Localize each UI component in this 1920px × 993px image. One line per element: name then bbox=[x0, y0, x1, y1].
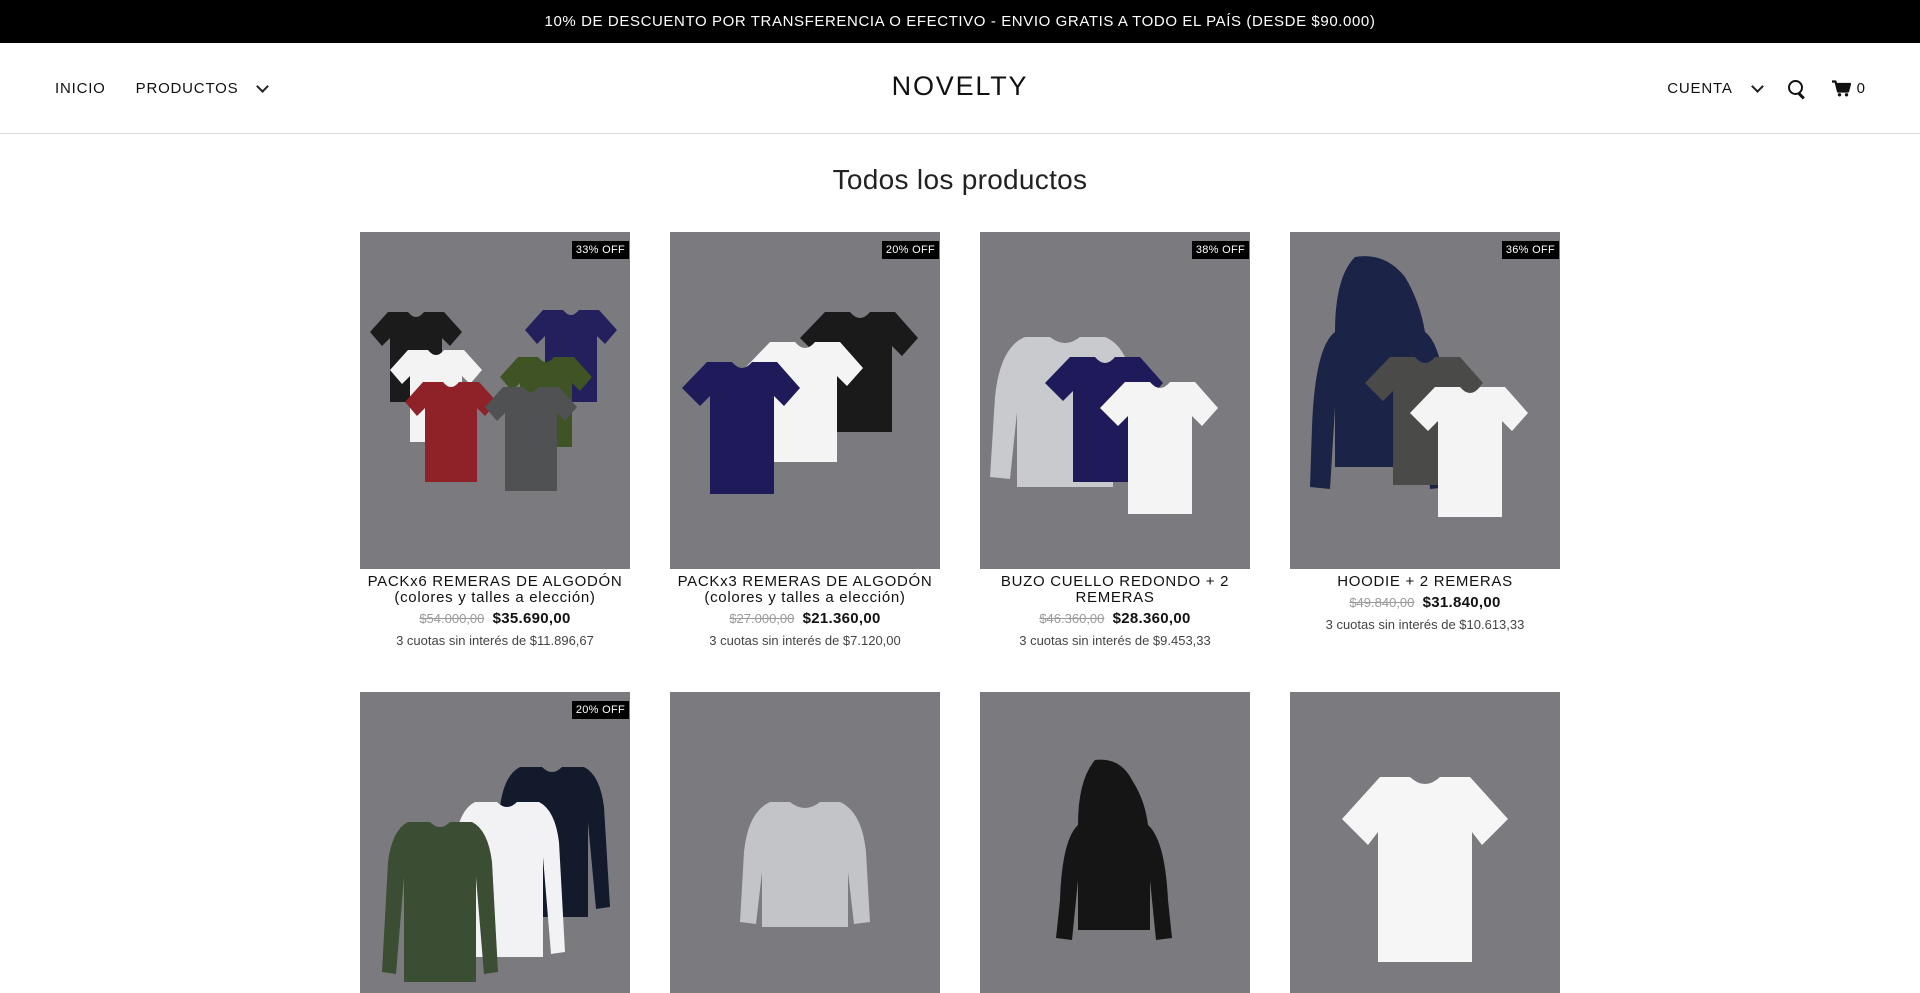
installments: 3 cuotas sin interés de $7.120,00 bbox=[709, 633, 901, 648]
nav-productos-label: PRODUCTOS bbox=[135, 80, 239, 97]
product-image[interactable]: 33% OFF bbox=[360, 232, 630, 569]
product-image[interactable]: 20% OFF bbox=[670, 232, 940, 569]
cart-icon bbox=[1831, 80, 1851, 97]
price: $31.840,00 bbox=[1422, 594, 1501, 611]
product-image[interactable] bbox=[670, 692, 940, 993]
price: $35.690,00 bbox=[492, 610, 571, 627]
product-name[interactable]: HOODIE + 2 REMERAS bbox=[1290, 574, 1560, 590]
product-card[interactable]: 38% OFF BUZO CUELLO REDONDO + 2 REMERAS … bbox=[980, 232, 1250, 648]
hoodie-tshirts-image bbox=[1310, 256, 1528, 517]
announcement-text: 10% DE DESCUENTO POR TRANSFERENCIA O EFE… bbox=[544, 13, 1376, 30]
product-card[interactable]: 20% OFF PACKx3 REMERAS DE ALGODÓN (color… bbox=[670, 232, 940, 648]
product-card[interactable] bbox=[1290, 692, 1560, 993]
page-title: Todos los productos bbox=[832, 164, 1088, 195]
installments: 3 cuotas sin interés de $11.896,67 bbox=[396, 633, 594, 648]
tshirts-image bbox=[370, 310, 617, 491]
product-info: PACKx6 REMERAS DE ALGODÓN (colores y tal… bbox=[360, 569, 630, 649]
product-prices: $27.000,00 $21.360,00 bbox=[670, 610, 940, 627]
tshirts-image bbox=[682, 312, 918, 494]
product-card[interactable] bbox=[670, 692, 940, 993]
store-logo[interactable]: NOVELTY bbox=[892, 71, 1029, 102]
product-prices: $54.000,00 $35.690,00 bbox=[360, 610, 630, 627]
cart-count: 0 bbox=[1856, 80, 1865, 97]
price: $21.360,00 bbox=[802, 610, 881, 627]
longsleeve-image bbox=[382, 767, 610, 982]
product-prices: $46.360,00 $28.360,00 bbox=[980, 610, 1250, 627]
cart-button[interactable]: 0 bbox=[1831, 80, 1865, 97]
product-name-line: (colores y talles a elección) bbox=[704, 589, 906, 606]
product-image[interactable]: 38% OFF bbox=[980, 232, 1250, 569]
product-info: PACKx3 REMERAS DE ALGODÓN (colores y tal… bbox=[670, 569, 940, 649]
search-icon[interactable] bbox=[1787, 79, 1806, 98]
installments: 3 cuotas sin interés de $9.453,33 bbox=[1019, 633, 1211, 648]
site-header: INICIO PRODUCTOS NOVELTY CUENTA 0 bbox=[0, 43, 1920, 134]
product-image[interactable] bbox=[980, 692, 1250, 993]
product-name-line: BUZO CUELLO REDONDO + 2 bbox=[1000, 573, 1230, 590]
account-label: CUENTA bbox=[1667, 80, 1733, 97]
nav-inicio[interactable]: INICIO bbox=[55, 80, 106, 97]
nav-productos[interactable]: PRODUCTOS bbox=[135, 79, 270, 97]
product-info: BUZO CUELLO REDONDO + 2 REMERAS $46.360,… bbox=[980, 569, 1250, 649]
product-prices: $49.840,00 $31.840,00 bbox=[1290, 594, 1560, 611]
old-price: $27.000,00 bbox=[729, 611, 795, 626]
price: $28.360,00 bbox=[1112, 610, 1191, 627]
old-price: $54.000,00 bbox=[419, 611, 485, 626]
product-name-line: REMERAS bbox=[1075, 589, 1155, 606]
nav-inicio-label: INICIO bbox=[55, 80, 106, 97]
product-card[interactable] bbox=[980, 692, 1250, 993]
old-price: $46.360,00 bbox=[1039, 611, 1105, 626]
chevron-down-icon bbox=[256, 79, 270, 93]
product-name[interactable]: PACKx3 REMERAS DE ALGODÓN (colores y tal… bbox=[670, 574, 940, 606]
product-card[interactable]: 20% OFF bbox=[360, 692, 630, 993]
hoodie-image bbox=[1056, 759, 1172, 940]
product-name-line: HOODIE + 2 REMERAS bbox=[1337, 573, 1513, 590]
product-image[interactable]: 20% OFF bbox=[360, 692, 630, 993]
product-name[interactable]: PACKx6 REMERAS DE ALGODÓN (colores y tal… bbox=[360, 574, 630, 606]
product-image[interactable] bbox=[1290, 692, 1560, 993]
discount-badge: 36% OFF bbox=[1501, 241, 1559, 259]
sweatshirt-tshirts-image bbox=[990, 337, 1218, 514]
product-info: HOODIE + 2 REMERAS $49.840,00 $31.840,00… bbox=[1290, 569, 1560, 633]
tshirt-image bbox=[1342, 777, 1508, 962]
product-card[interactable]: 36% OFF HOODIE + 2 REMERAS $49.840,00 $3… bbox=[1290, 232, 1560, 632]
discount-badge: 33% OFF bbox=[571, 241, 629, 259]
announcement-bar: 10% DE DESCUENTO POR TRANSFERENCIA O EFE… bbox=[0, 0, 1920, 43]
sweatshirt-image bbox=[740, 802, 870, 927]
product-name-line: PACKx3 REMERAS DE ALGODÓN bbox=[677, 573, 933, 590]
chevron-down-icon bbox=[1750, 79, 1764, 93]
product-name-line: (colores y talles a elección) bbox=[394, 589, 596, 606]
account-menu[interactable]: CUENTA bbox=[1667, 79, 1764, 97]
logo-container: NOVELTY bbox=[0, 43, 1920, 134]
installments: 3 cuotas sin interés de $10.613,33 bbox=[1325, 617, 1525, 632]
old-price: $49.840,00 bbox=[1349, 595, 1415, 610]
discount-badge: 38% OFF bbox=[1191, 241, 1249, 259]
product-name-line: PACKx6 REMERAS DE ALGODÓN bbox=[367, 573, 623, 590]
discount-badge: 20% OFF bbox=[571, 701, 629, 719]
discount-badge: 20% OFF bbox=[881, 241, 939, 259]
header-actions: CUENTA 0 bbox=[1667, 43, 1865, 134]
product-image[interactable]: 36% OFF bbox=[1290, 232, 1560, 569]
main-nav: INICIO PRODUCTOS bbox=[55, 43, 270, 134]
product-card[interactable]: 33% OFF PACKx6 REMERAS DE ALGODÓN (color… bbox=[360, 232, 630, 648]
product-name[interactable]: BUZO CUELLO REDONDO + 2 REMERAS bbox=[980, 574, 1250, 606]
